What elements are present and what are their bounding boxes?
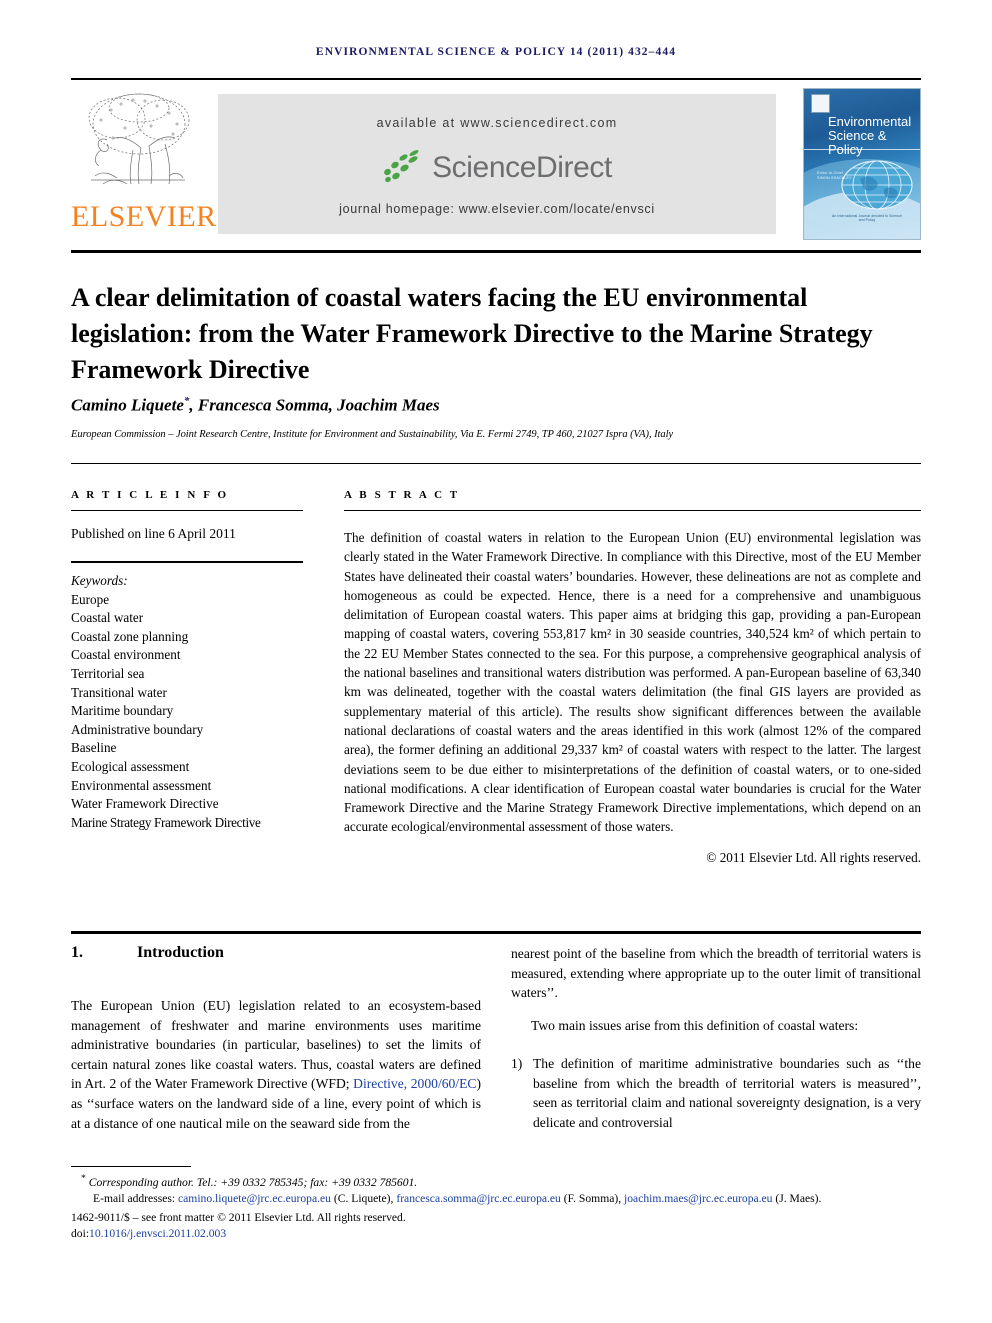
footnote-divider (71, 1166, 191, 1167)
keyword-item: Marine Strategy Framework Directive (71, 814, 261, 830)
abstract-rule (344, 510, 921, 511)
corresponding-author-note: * Corresponding author. Tel.: +39 0332 7… (71, 1171, 921, 1191)
keyword-item: Coastal water (71, 610, 144, 626)
reference-link-directive[interactable]: Directive, 2000/60/EC (353, 1076, 476, 1091)
globe-icon (841, 160, 913, 210)
body-column-left: 1. Introduction The European Union (EU) … (71, 944, 481, 1147)
elsevier-badge-icon (811, 94, 830, 113)
author-others: , Francesca Somma, Joachim Maes (189, 395, 440, 415)
keyword-item: Maritime boundary (71, 703, 174, 719)
two-issues-paragraph: Two main issues arise from this definiti… (531, 1018, 859, 1034)
cover-title: Environmental Science & Policy (828, 114, 912, 157)
keywords-label: Keywords: (71, 573, 128, 588)
footnote-marker: * (81, 1173, 86, 1184)
journal-homepage-text: journal homepage: www.elsevier.com/locat… (339, 202, 655, 216)
section-title: Introduction (137, 944, 224, 961)
masthead-divider (71, 250, 921, 253)
affiliation: European Commission – Joint Research Cen… (71, 429, 674, 440)
section-number: 1. (71, 944, 83, 961)
email-link-liquete[interactable]: camino.liquete@jrc.ec.europa.eu (178, 1192, 331, 1205)
keyword-item: Environmental assessment (71, 777, 212, 793)
doi-prefix: doi: (71, 1227, 90, 1241)
intro-paragraph-continued: nearest point of the baseline from which… (511, 946, 921, 1001)
email-name-maes: (J. Maes). (772, 1192, 822, 1206)
sciencedirect-leaf-icon (382, 148, 426, 185)
keyword-item: Water Framework Directive (71, 796, 219, 812)
elsevier-logo: ELSEVIER (71, 88, 217, 243)
published-date: Published on line 6 April 2011 (71, 526, 236, 541)
abstract-column: A B S T R A C T The definition of coasta… (344, 489, 921, 866)
available-at-text: available at www.sciencedirect.com (376, 116, 618, 130)
keyword-item: Baseline (71, 740, 117, 756)
email-link-maes[interactable]: joachim.maes@jrc.ec.europa.eu (624, 1192, 772, 1205)
keywords-rule (71, 561, 303, 563)
keyword-item: Europe (71, 591, 110, 607)
author-list: Camino Liquete*, Francesca Somma, Joachi… (71, 395, 921, 416)
author-primary: Camino Liquete (71, 395, 184, 415)
elsevier-wordmark: ELSEVIER (71, 200, 217, 233)
corresponding-author-text: Corresponding author. Tel.: +39 0332 785… (88, 1175, 418, 1189)
header-divider (71, 78, 921, 80)
masthead: ELSEVIER available at www.sciencedirect.… (71, 88, 921, 246)
paper-page: ENVIRONMENTAL SCIENCE & POLICY 14 (2011)… (0, 0, 992, 1323)
intro-paragraph: The European Union (EU) legislation rela… (71, 996, 481, 1133)
keyword-item: Transitional water (71, 684, 167, 700)
abstract-heading: A B S T R A C T (344, 489, 460, 501)
body-column-right: nearest point of the baseline from which… (511, 944, 921, 1132)
article-info-rule (71, 510, 303, 511)
abstract-copyright: © 2011 Elsevier Ltd. All rights reserved… (706, 849, 921, 865)
page-title: A clear delimitation of coastal waters f… (71, 283, 873, 385)
cover-footer-text: An International Journal devoted to Scie… (832, 214, 902, 222)
keyword-item: Coastal environment (71, 647, 181, 663)
sciencedirect-logo: ScienceDirect (218, 146, 776, 190)
email-addresses-note: E-mail addresses: camino.liquete@jrc.ec.… (71, 1191, 921, 1207)
running-head: ENVIRONMENTAL SCIENCE & POLICY 14 (2011)… (315, 46, 677, 58)
keyword-item: Coastal zone planning (71, 628, 189, 644)
doi-line: doi:10.1016/j.envsci.2011.02.003 (71, 1226, 921, 1242)
email-label: E-mail addresses: (93, 1192, 176, 1206)
article-info-column: A R T I C L E I N F O Published on line … (71, 489, 303, 832)
email-link-somma[interactable]: francesca.somma@jrc.ec.europa.eu (396, 1192, 561, 1205)
section-heading: 1. Introduction (71, 944, 481, 962)
abstract-text: The definition of coastal waters in rela… (344, 530, 921, 835)
sciencedirect-banner: available at www.sciencedirect.com Scien… (218, 94, 776, 234)
info-divider (71, 463, 921, 464)
doi-link[interactable]: 10.1016/j.envsci.2011.02.003 (89, 1227, 226, 1240)
keywords-list: Keywords: Europe Coastal water Coastal z… (71, 572, 303, 832)
keyword-item: Administrative boundary (71, 721, 204, 737)
email-name-somma: (F. Somma), (560, 1192, 625, 1206)
list-item-number: 1) (511, 1055, 523, 1071)
cover-editor-credit: Editor-in-Chief SIMON SHACKLEY (817, 171, 852, 180)
list-item: 1) The definition of maritime administra… (511, 1054, 921, 1132)
issn-line: 1462-9011/$ – see front matter © 2011 El… (71, 1210, 406, 1224)
keyword-item: Ecological assessment (71, 758, 190, 774)
journal-cover-image: Environmental Science & Policy Editor-in… (803, 88, 921, 240)
email-name-liquete: (C. Liquete), (330, 1192, 397, 1206)
footnote-block: * Corresponding author. Tel.: +39 0332 7… (71, 1171, 921, 1242)
list-item-text: The definition of maritime administrativ… (533, 1055, 921, 1130)
elsevier-tree-icon (88, 93, 190, 185)
body-divider (71, 931, 921, 934)
article-info-heading: A R T I C L E I N F O (71, 489, 229, 501)
sciencedirect-wordmark: ScienceDirect (432, 151, 612, 184)
keyword-item: Territorial sea (71, 665, 145, 681)
